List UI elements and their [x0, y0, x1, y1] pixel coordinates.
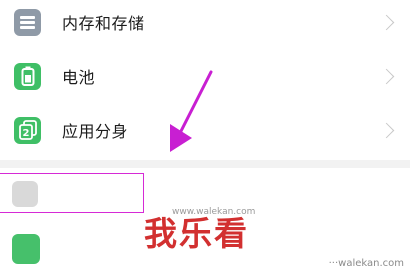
- settings-item-battery[interactable]: 电池: [0, 49, 410, 103]
- settings-item-label: 应用分身: [62, 122, 129, 141]
- watermark-url: www.walekan.com: [172, 207, 256, 217]
- settings-item-storage[interactable]: 内存和存储: [0, 0, 410, 49]
- svg-text:2: 2: [22, 128, 29, 139]
- settings-list: 内存和存储 电池 2 应用分身: [0, 0, 410, 160]
- battery-icon: [14, 62, 41, 90]
- watermark-site-tag: ···walekan.com: [328, 258, 404, 269]
- settings-item-label: 内存和存储: [62, 14, 145, 33]
- settings-item-app-clone[interactable]: 2 应用分身: [0, 103, 410, 157]
- app-clone-icon: 2: [14, 116, 41, 144]
- chevron-right-icon: [378, 122, 395, 138]
- chevron-right-icon: [378, 14, 395, 30]
- storage-icon: [14, 8, 41, 36]
- settings-item-icon: [12, 234, 40, 264]
- settings-item-label: 电池: [62, 68, 96, 87]
- chevron-right-icon: [378, 68, 395, 84]
- highlight-box: [0, 173, 144, 213]
